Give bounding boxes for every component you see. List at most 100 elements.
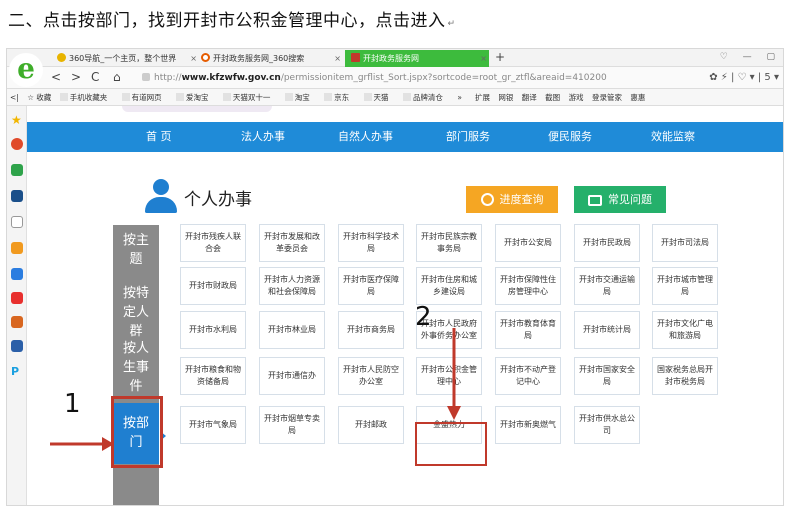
- nav-public-service[interactable]: 便民服务: [548, 122, 592, 152]
- department-item[interactable]: 开封市发展和改革委员会: [259, 224, 325, 262]
- bookmark-label: 爱淘宝: [185, 93, 209, 102]
- return-mark: ↵: [447, 19, 456, 29]
- fox-icon[interactable]: [11, 316, 23, 328]
- p-icon[interactable]: P: [11, 366, 23, 378]
- department-item[interactable]: 国家税务总局开封市税务局: [652, 357, 718, 395]
- doc-icon[interactable]: [11, 216, 23, 228]
- nav-natural-person[interactable]: 自然人办事: [338, 122, 393, 152]
- bookmark-item[interactable]: ☆ 收藏: [27, 93, 51, 102]
- department-item[interactable]: 开封市司法局: [652, 224, 718, 262]
- star-icon[interactable]: ★: [11, 114, 23, 126]
- translate-button[interactable]: 翻译: [522, 93, 537, 102]
- department-item[interactable]: 开封市民政局: [574, 224, 640, 262]
- department-item[interactable]: 开封市交通运输局: [574, 267, 640, 305]
- nav-home[interactable]: 首 页: [146, 122, 172, 152]
- department-item[interactable]: 开封市教育体育局: [495, 311, 561, 349]
- department-item[interactable]: 开封市人民防空办公室: [338, 357, 404, 395]
- shop-icon[interactable]: [11, 292, 23, 304]
- extension-button[interactable]: 扩展: [475, 93, 490, 102]
- nav-department-service[interactable]: 部门服务: [446, 122, 490, 152]
- highlight-box-by-department: [111, 396, 163, 468]
- faq-button[interactable]: 常见问题: [574, 186, 666, 213]
- reload-button[interactable]: C: [91, 70, 99, 85]
- bookmark-more[interactable]: »: [457, 93, 462, 102]
- page-icon: [324, 93, 333, 101]
- tab-kfzwfw[interactable]: 开封政务服务网 ×: [345, 50, 489, 67]
- category-by-theme[interactable]: 按主题: [113, 231, 159, 269]
- department-item[interactable]: 开封市科学技术局: [338, 224, 404, 262]
- button-label: 进度查询: [499, 193, 544, 206]
- nav-efficiency-supervision[interactable]: 效能监察: [651, 122, 695, 152]
- bookmark-item[interactable]: 品牌清仓: [402, 93, 449, 102]
- department-item[interactable]: 开封市供水总公司: [574, 406, 640, 444]
- bookmark-item[interactable]: 手机收藏夹: [59, 93, 114, 102]
- weibo-icon[interactable]: [11, 138, 23, 150]
- news-icon[interactable]: [11, 190, 23, 202]
- login-manager-button[interactable]: 登录管家: [592, 93, 622, 102]
- browser-toolbar: < > C ⌂ http://www.kfzwfw.gov.cn/permiss…: [7, 67, 783, 89]
- category-by-group[interactable]: 按特定人群: [113, 284, 159, 341]
- forward-button[interactable]: >: [71, 70, 81, 85]
- bookmark-item[interactable]: <|: [10, 93, 19, 102]
- tab-label: 开封政务服务网: [363, 54, 419, 63]
- department-item[interactable]: 开封市公安局: [495, 224, 561, 262]
- tab-360-nav[interactable]: 360导航_一个主页，整个世界 ×: [57, 50, 199, 67]
- toolbar-right-controls[interactable]: ✿ ⚡ | ♡ ▾ | 5 ▾: [709, 70, 779, 85]
- back-button[interactable]: <: [51, 70, 61, 85]
- game-button[interactable]: 游戏: [569, 93, 584, 102]
- app-icon[interactable]: [11, 268, 23, 280]
- bookmark-item[interactable]: 京东: [324, 93, 355, 102]
- tab-360-search[interactable]: 开封政务服务网_360搜索 ×: [201, 50, 343, 67]
- bookmark-item[interactable]: 淘宝: [284, 93, 316, 102]
- huihui-button[interactable]: 惠惠: [630, 93, 645, 102]
- department-item[interactable]: 开封市水利局: [180, 311, 246, 349]
- arrow-down-icon: [447, 328, 461, 420]
- department-item[interactable]: 开封市烟草专卖局: [259, 406, 325, 444]
- screenshot-button[interactable]: 截图: [545, 93, 560, 102]
- url-path: /permissionitem_grflist_Sort.jspx?sortco…: [280, 73, 607, 83]
- bookmark-item[interactable]: 爱淘宝: [175, 93, 215, 102]
- close-icon[interactable]: ×: [334, 50, 341, 67]
- category-by-life-event[interactable]: 按人生事件: [113, 339, 159, 396]
- department-item[interactable]: 开封市不动产登记中心: [495, 357, 561, 395]
- site-main-nav: 首 页 法人办事 自然人办事 部门服务 便民服务 效能监察: [27, 122, 783, 152]
- department-item[interactable]: 开封市住房和城乡建设局: [416, 267, 482, 305]
- department-item[interactable]: 开封市医疗保障局: [338, 267, 404, 305]
- department-item[interactable]: 开封市通信办: [259, 357, 325, 395]
- bookmark-item[interactable]: 天猫双十一: [222, 93, 277, 102]
- progress-query-button[interactable]: 进度查询: [466, 186, 558, 213]
- window-controls[interactable]: ♡ — ▢: [720, 49, 781, 66]
- department-item[interactable]: 开封市城市管理局: [652, 267, 718, 305]
- ship-icon[interactable]: [11, 340, 23, 352]
- site-icon: [175, 93, 184, 101]
- department-item[interactable]: 开封市民族宗教事务局: [416, 224, 482, 262]
- department-item[interactable]: 开封市残疾人联合会: [180, 224, 246, 262]
- bookmark-label: 淘宝: [294, 93, 310, 102]
- department-item[interactable]: 开封市气象局: [180, 406, 246, 444]
- department-item[interactable]: 开封邮政: [338, 406, 404, 444]
- close-icon[interactable]: ×: [190, 50, 197, 67]
- mail-icon[interactable]: [11, 164, 23, 176]
- department-item[interactable]: 开封市商务局: [338, 311, 404, 349]
- game-icon[interactable]: [11, 242, 23, 254]
- department-item[interactable]: 开封市新奥燃气: [495, 406, 561, 444]
- nav-legal-person[interactable]: 法人办事: [241, 122, 285, 152]
- close-icon[interactable]: ×: [480, 50, 487, 67]
- department-item[interactable]: 开封市保障性住房管理中心: [495, 267, 561, 305]
- department-item[interactable]: 开封市统计局: [574, 311, 640, 349]
- arrow-right-icon: [50, 437, 114, 451]
- department-item[interactable]: 开封市林业局: [259, 311, 325, 349]
- department-item[interactable]: 开封市文化广电和旅游局: [652, 311, 718, 349]
- department-item[interactable]: 开封市国家安全局: [574, 357, 640, 395]
- instruction-heading: 二、点击按部门，找到开封市公积金管理中心，点击进入 ↵: [8, 6, 456, 31]
- bookmark-item[interactable]: 有道网页: [121, 93, 168, 102]
- bookmark-item[interactable]: 天猫: [363, 93, 395, 102]
- home-button[interactable]: ⌂: [113, 70, 121, 85]
- department-item[interactable]: 开封市粮食和物资储备局: [180, 357, 246, 395]
- department-item[interactable]: 开封市人力资源和社会保障局: [259, 267, 325, 305]
- bank-button[interactable]: 网银: [498, 93, 513, 102]
- bookmark-label: 有道网页: [131, 93, 162, 102]
- address-bar[interactable]: http://www.kfzwfw.gov.cn/permissionitem_…: [142, 70, 662, 86]
- department-item[interactable]: 开封市财政局: [180, 267, 246, 305]
- new-tab-button[interactable]: +: [495, 49, 505, 66]
